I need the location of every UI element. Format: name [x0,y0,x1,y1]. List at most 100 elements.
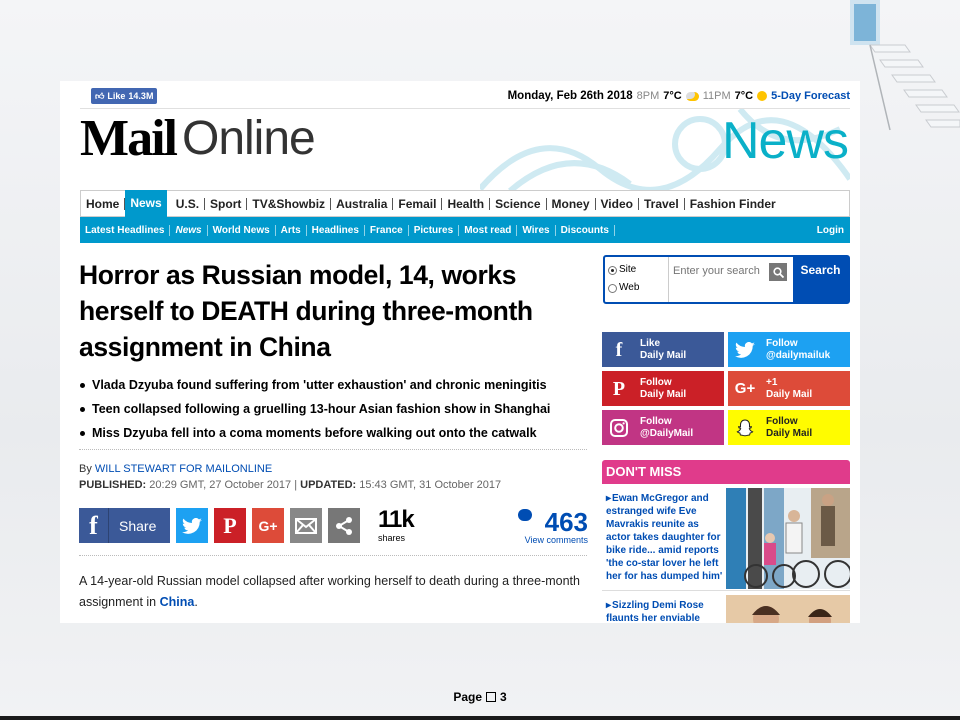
google-plus-share-button[interactable]: G+ [252,508,284,543]
nav-item-news[interactable]: News [125,190,167,217]
envelope-icon [295,517,317,534]
follow-line2: @dailymailuk [766,349,831,361]
subnav-item-headlines[interactable]: Headlines [307,224,365,236]
nav-item-home[interactable]: Home [81,197,126,210]
weather-time-2: 11PM [702,90,731,102]
demi-rose-photo [726,595,850,623]
dont-miss-headline[interactable]: Ewan McGregor and estranged wife Eve Mav… [606,492,724,583]
publish-info: PUBLISHED: 20:29 GMT, 27 October 2017 | … [79,479,502,491]
updated-label: UPDATED: [300,479,357,491]
share-bar: f Share P G+ 11k shares [79,507,415,544]
google-plus-icon: G+ [258,517,278,534]
pinterest-icon: P [223,512,237,538]
section-title: News [721,112,849,170]
subnav-item-arts[interactable]: Arts [276,224,307,236]
follow-facebook[interactable]: f Like Daily Mail [602,332,724,367]
search-scope: Site Web [605,257,669,302]
follow-pinterest[interactable]: P Follow Daily Mail [602,371,724,406]
subnav-item-latest-headlines[interactable]: Latest Headlines [80,224,171,236]
nav-item-tv-showbiz[interactable]: TV&Showbiz [247,197,332,210]
google-plus-icon: G+ [734,379,756,397]
logo-online: Online [181,112,316,165]
nav-item-sport[interactable]: Sport [205,197,248,210]
sub-nav: Latest Headlines News World News Arts Headli… [80,217,850,243]
screenshot-frame: 👍︎ Like 14.3M Monday, Feb 26th 2018 8PM … [60,81,860,623]
twitter-share-button[interactable] [176,508,208,543]
share-count: 11k shares [378,507,415,544]
follow-line1: Follow [766,415,798,427]
nav-item-video[interactable]: Video [596,197,639,210]
page-label: Page [453,690,482,704]
twitter-icon [182,517,202,534]
nav-item-health[interactable]: Health [442,197,491,210]
facebook-like-button[interactable]: 👍︎ Like 14.3M [91,88,158,104]
body-text-start: A 14-year-old Russian model collapsed af… [79,574,580,609]
subnav-item-wires[interactable]: Wires [517,224,556,236]
facebook-icon: f [79,508,109,543]
comment-bubble-icon [518,509,532,521]
follow-snapchat[interactable]: Follow Daily Mail [728,410,850,445]
facebook-icon: f [615,338,623,361]
share-nodes-icon [336,516,352,535]
dont-miss-item[interactable]: Ewan McGregor and estranged wife Eve Mav… [602,486,850,591]
slide-bottom-border [0,716,960,720]
radio-unchecked-icon[interactable] [608,283,617,293]
follow-line2: Daily Mail [766,388,813,400]
bullet-item: Miss Dzyuba fell into a coma moments bef… [80,421,580,445]
subnav-item-france[interactable]: France [365,224,409,236]
search-input[interactable] [669,257,769,285]
follow-line1: Follow [640,376,672,388]
follow-line2: Daily Mail [640,349,687,361]
subnav-item-discounts[interactable]: Discounts [556,224,615,236]
shares-label: shares [378,532,406,543]
dont-miss-headline[interactable]: Sizzling Demi Rose flaunts her enviable [606,599,724,623]
nav-item-science[interactable]: Science [490,197,547,210]
follow-instagram[interactable]: Follow @DailyMail [602,410,724,445]
checkbox-glyph-icon [486,692,496,702]
follow-line2: Daily Mail [766,427,813,439]
nav-item-australia[interactable]: Australia [331,197,394,210]
dont-miss-item[interactable]: Sizzling Demi Rose flaunts her enviable [602,593,850,623]
subnav-item-pictures[interactable]: Pictures [409,224,460,236]
scope-web-label: Web [619,282,640,293]
nav-item-money[interactable]: Money [547,197,596,210]
search-button[interactable]: Search [793,257,848,302]
follow-twitter[interactable]: Follow @dailymailuk [728,332,850,367]
email-share-button[interactable] [290,508,322,543]
subnav-item-most-read[interactable]: Most read [459,224,518,236]
article-headline: Horror as Russian model, 14, works herse… [79,260,533,362]
nav-item-travel[interactable]: Travel [639,197,685,210]
nav-item-femail[interactable]: Femail [393,197,443,210]
divider [79,449,587,450]
follow-line1: Like [640,337,661,349]
mailonline-logo[interactable]: Mail Online [80,112,316,165]
scope-site-option[interactable]: Site [608,261,665,279]
byline: By WILL STEWART FOR MAILONLINE [79,463,272,475]
pinterest-share-button[interactable]: P [214,508,246,543]
follow-google-plus[interactable]: G+ +1 Daily Mail [728,371,850,406]
more-share-button[interactable] [328,508,360,543]
weather-temp-1: 7°C [663,90,682,102]
divider [79,555,587,556]
bullet-item: Teen collapsed following a gruelling 13-… [80,397,580,421]
nav-item-u-s-[interactable]: U.S. [171,197,206,210]
facebook-share-button[interactable]: f Share [79,508,170,543]
pinterest-icon: P [612,377,626,400]
twitter-icon [728,332,762,367]
forecast-link[interactable]: 5-Day Forecast [771,90,850,102]
follow-line1: Follow [640,415,672,427]
dont-miss-header: DON'T MISS [602,460,850,484]
comments-link[interactable]: 463 View comments [510,509,588,545]
subnav-item-world-news[interactable]: World News [208,224,276,236]
view-comments-label: View comments [524,535,588,545]
subnav-item-news[interactable]: News [170,224,208,236]
scope-web-option[interactable]: Web [608,279,665,297]
radio-checked-icon[interactable] [608,265,617,275]
author-link[interactable]: WILL STEWART FOR MAILONLINE [95,463,272,475]
search-icon[interactable] [769,263,787,281]
china-link[interactable]: China [160,595,195,609]
nav-item-fashion-finder[interactable]: Fashion Finder [685,198,781,210]
published-label: PUBLISHED: [79,479,147,491]
login-link[interactable]: Login [817,225,850,236]
body-text-end: . [194,595,198,609]
